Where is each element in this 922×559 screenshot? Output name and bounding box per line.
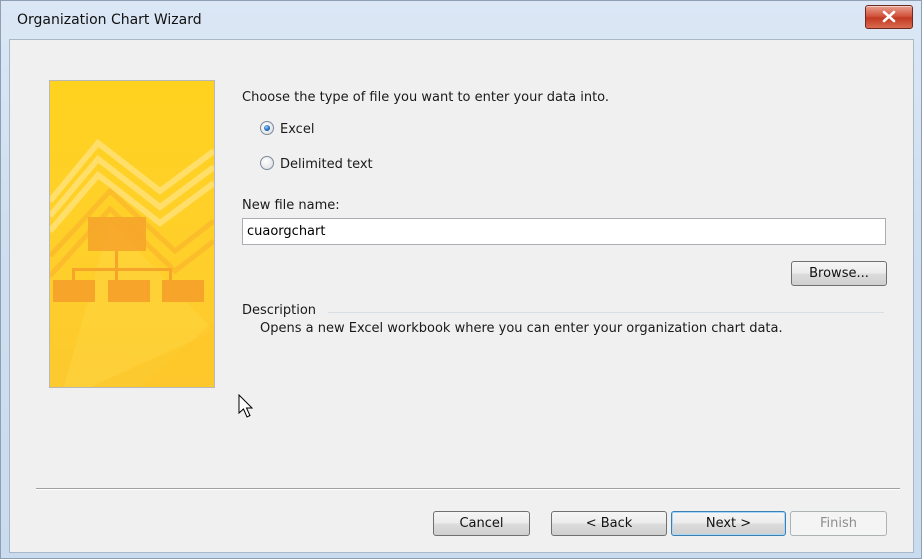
close-button[interactable] <box>865 5 913 29</box>
wizard-client-area: Choose the type of file you want to ente… <box>9 39 914 553</box>
radio-excel-label[interactable]: Excel <box>280 122 314 137</box>
mouse-cursor-icon <box>238 394 254 418</box>
org-chart-banner <box>47 80 216 401</box>
title-bar[interactable]: Organization Chart Wizard <box>1 1 921 39</box>
description-title: Description <box>242 303 321 318</box>
close-icon <box>882 10 896 23</box>
back-button[interactable]: < Back <box>551 511 667 536</box>
radio-delimited-label[interactable]: Delimited text <box>280 157 373 172</box>
file-name-input[interactable] <box>242 218 886 245</box>
radio-delimited-indicator[interactable] <box>260 156 274 170</box>
browse-button[interactable]: Browse... <box>791 261 887 286</box>
file-type-prompt: Choose the type of file you want to ente… <box>242 90 610 105</box>
next-button[interactable]: Next > <box>671 511 786 536</box>
radio-delimited-text[interactable]: Delimited text <box>260 156 373 172</box>
cancel-button[interactable]: Cancel <box>433 511 530 536</box>
file-name-label: New file name: <box>242 198 340 213</box>
description-divider <box>328 312 884 313</box>
footer-separator <box>36 488 900 490</box>
org-chart-illustration <box>47 81 216 401</box>
radio-excel[interactable]: Excel <box>260 121 314 137</box>
finish-button[interactable]: Finish <box>790 511 887 536</box>
window-title: Organization Chart Wizard <box>17 12 202 28</box>
wizard-window: Organization Chart Wizard Choose the typ… <box>0 0 922 559</box>
radio-excel-indicator[interactable] <box>260 121 274 135</box>
description-text: Opens a new Excel workbook where you can… <box>260 321 783 336</box>
